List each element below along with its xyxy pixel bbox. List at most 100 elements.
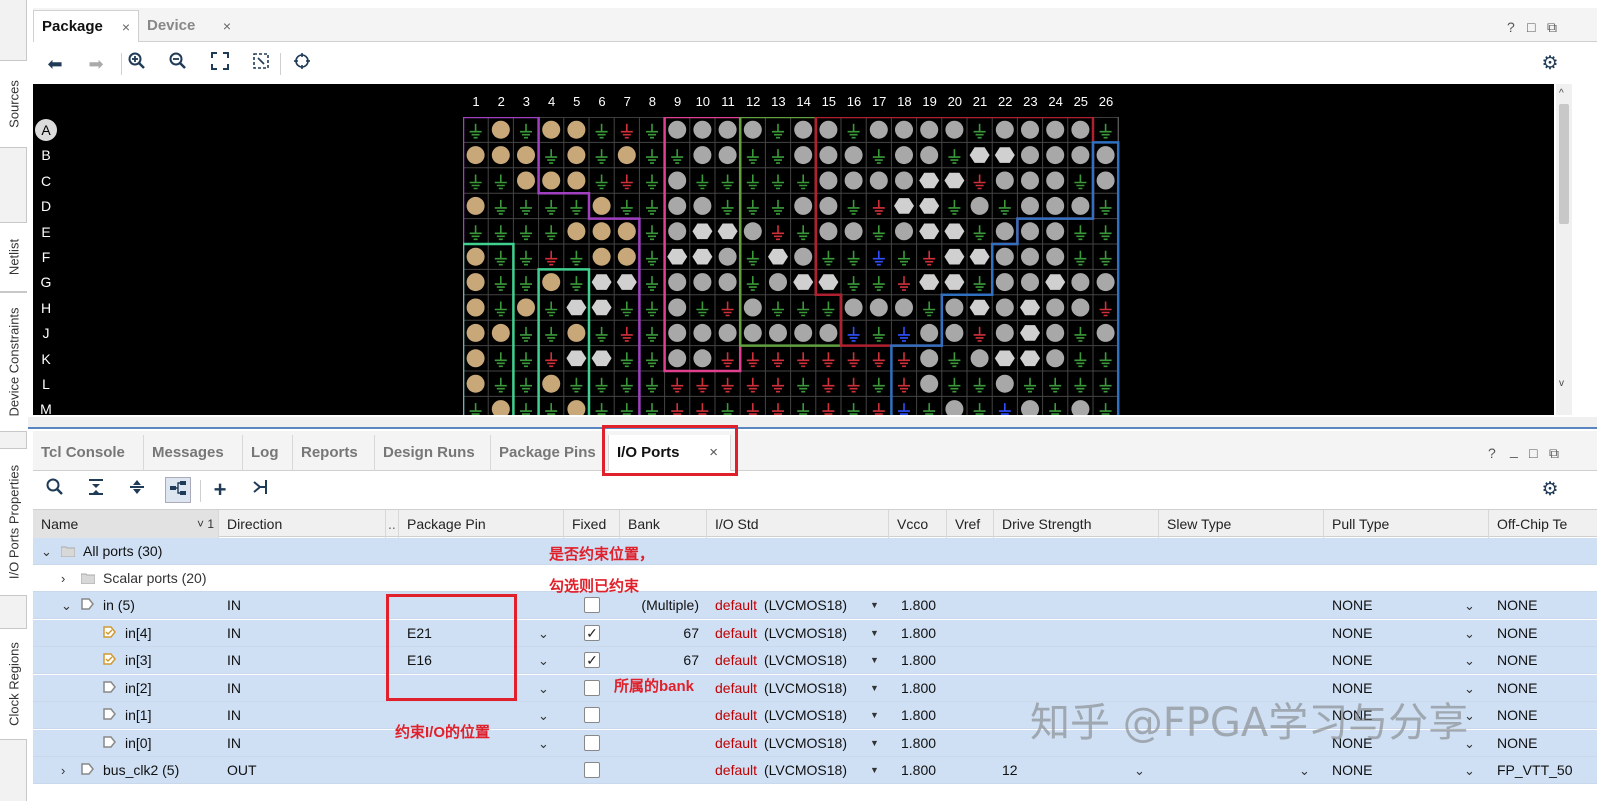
zoom-out-icon[interactable] bbox=[165, 51, 191, 77]
scroll-thumb[interactable] bbox=[1559, 104, 1569, 224]
side-tab-io-ports-properties[interactable]: I/O Ports Properties bbox=[0, 448, 27, 596]
io-std-value[interactable]: (LVCMOS18) bbox=[764, 675, 847, 702]
io-std-value[interactable]: (LVCMOS18) bbox=[764, 757, 847, 784]
off-chip-termination-value[interactable]: NONE bbox=[1497, 702, 1537, 729]
maximize-icon[interactable]: □ bbox=[1529, 445, 1537, 461]
col-header-vref[interactable]: Vref bbox=[947, 510, 994, 538]
off-chip-termination-value[interactable]: NONE bbox=[1497, 647, 1537, 674]
scroll-up-icon[interactable]: ^ bbox=[1559, 88, 1564, 99]
table-row[interactable]: in[4] IN E21 ⌄ ✓ 67 default (LVCMOS18) ▼ 1.800 NON… bbox=[33, 619, 1597, 647]
dropdown-arrow-icon[interactable]: ▼ bbox=[870, 702, 879, 729]
pull-type-value[interactable]: NONE bbox=[1332, 757, 1372, 784]
col-header-direction[interactable]: Direction bbox=[219, 510, 386, 538]
tab-tcl-console[interactable]: Tcl Console bbox=[33, 435, 144, 471]
dropdown-arrow-icon[interactable]: ▼ bbox=[870, 730, 879, 757]
tab-package[interactable]: Package × bbox=[33, 10, 139, 42]
fixed-checkbox[interactable]: ✓ bbox=[584, 652, 600, 668]
package-pin-grid[interactable] bbox=[463, 117, 1163, 415]
close-icon[interactable]: × bbox=[223, 10, 231, 42]
collapse-all-icon[interactable] bbox=[83, 477, 109, 503]
fixed-checkbox[interactable] bbox=[584, 762, 600, 778]
chevron-down-icon[interactable]: ⌄ bbox=[1464, 620, 1475, 647]
chevron-down-icon[interactable]: ⌄ bbox=[538, 730, 549, 757]
scroll-down-icon[interactable]: v bbox=[1559, 378, 1564, 389]
tab-design-runs[interactable]: Design Runs bbox=[375, 435, 491, 471]
chevron-down-icon[interactable]: ⌄ bbox=[538, 702, 549, 729]
pull-type-value[interactable]: NONE bbox=[1332, 647, 1372, 674]
help-icon[interactable]: ? bbox=[1507, 19, 1515, 35]
chevron-down-icon[interactable]: ⌄ bbox=[1464, 592, 1475, 619]
back-arrow-icon[interactable]: ⬅ bbox=[42, 51, 68, 77]
tab-messages[interactable]: Messages bbox=[144, 435, 243, 471]
package-canvas[interactable]: 1 2 3 4 5 6 7 8 9 10 11 12 13 14 15 16 17 18 19 20 21 22 23 24 2… bbox=[33, 84, 1554, 415]
fixed-checkbox[interactable] bbox=[584, 707, 600, 723]
io-std-value[interactable]: (LVCMOS18) bbox=[764, 647, 847, 674]
drive-strength-value[interactable]: 12 bbox=[1002, 757, 1018, 784]
col-header-bank[interactable]: Bank bbox=[620, 510, 707, 538]
group-row-bus-clk2[interactable]: › bus_clk2 (5) OUT default (LVCMOS18) ▼ 1.800 1… bbox=[33, 757, 1597, 784]
off-chip-termination-value[interactable]: NONE bbox=[1497, 730, 1537, 757]
fixed-checkbox[interactable] bbox=[584, 734, 600, 751]
chevron-down-icon[interactable]: ⌄ bbox=[1464, 757, 1475, 784]
chevron-down-icon[interactable]: ⌄ bbox=[538, 675, 549, 702]
side-tab-sources[interactable]: Sources bbox=[0, 60, 27, 148]
tab-log[interactable]: Log bbox=[243, 435, 293, 471]
add-icon[interactable]: + bbox=[207, 477, 233, 503]
tab-package-pins[interactable]: Package Pins bbox=[491, 435, 609, 471]
pane-splitter[interactable] bbox=[28, 417, 1597, 429]
side-tab-device-constraints[interactable]: Device Constraints bbox=[0, 292, 27, 432]
pull-type-value[interactable]: NONE bbox=[1332, 592, 1372, 619]
table-row[interactable]: in[3] IN E16 ⌄ ✓ 67 default (LVCMOS18) ▼ 1.800 NON… bbox=[33, 647, 1597, 674]
chevron-down-icon[interactable]: ⌄ bbox=[1299, 757, 1310, 784]
fixed-checkbox[interactable] bbox=[584, 679, 600, 696]
tab-reports[interactable]: Reports bbox=[293, 435, 375, 471]
col-header-slew-type[interactable]: Slew Type bbox=[1159, 510, 1324, 538]
fixed-checkbox[interactable] bbox=[584, 597, 600, 613]
io-std-value[interactable]: (LVCMOS18) bbox=[764, 592, 847, 619]
off-chip-termination-value[interactable]: NONE bbox=[1497, 620, 1537, 647]
off-chip-termination-value[interactable]: NONE bbox=[1497, 675, 1537, 702]
chevron-down-icon[interactable]: ⌄ bbox=[538, 647, 549, 674]
minimize-icon[interactable]: _ bbox=[1510, 442, 1518, 458]
gear-icon[interactable]: ⚙ bbox=[1537, 477, 1563, 503]
search-icon[interactable] bbox=[42, 477, 68, 503]
expand-chevron-icon[interactable]: ⌄ bbox=[61, 592, 72, 619]
col-header-fixed[interactable]: Fixed bbox=[564, 510, 620, 538]
side-tab-clock-regions[interactable]: Clock Regions bbox=[0, 628, 27, 740]
pull-type-value[interactable]: NONE bbox=[1332, 620, 1372, 647]
col-header-vcco[interactable]: Vcco bbox=[889, 510, 947, 538]
expand-chevron-icon[interactable]: ⌄ bbox=[41, 538, 52, 565]
side-tab-netlist[interactable]: Netlist bbox=[0, 222, 27, 292]
col-header-package-pin[interactable]: Package Pin bbox=[399, 510, 564, 538]
group-row-in[interactable]: ⌄ in (5) IN (Multiple) default (LVCMOS18) ▼ 1.8… bbox=[33, 592, 1597, 619]
close-icon[interactable]: × bbox=[122, 11, 130, 43]
dropdown-arrow-icon[interactable]: ▼ bbox=[870, 647, 879, 674]
col-header-drive-strength[interactable]: Drive Strength bbox=[994, 510, 1159, 538]
dropdown-arrow-icon[interactable]: ▼ bbox=[870, 620, 879, 647]
package-vertical-scrollbar[interactable]: ^ v bbox=[1556, 84, 1572, 415]
crosshair-icon[interactable] bbox=[289, 51, 315, 77]
restore-icon[interactable]: ⧉ bbox=[1547, 19, 1557, 36]
chevron-down-icon[interactable]: ⌄ bbox=[538, 620, 549, 647]
col-header-io-std[interactable]: I/O Std bbox=[707, 510, 889, 538]
chevron-down-icon[interactable]: ⌄ bbox=[1134, 757, 1145, 784]
col-header-pull-type[interactable]: Pull Type bbox=[1324, 510, 1489, 538]
place-ports-icon[interactable] bbox=[248, 477, 274, 503]
maximize-icon[interactable]: □ bbox=[1527, 19, 1535, 35]
table-row[interactable]: ⌄ All ports (30) bbox=[33, 538, 1597, 565]
dropdown-arrow-icon[interactable]: ▼ bbox=[870, 757, 879, 784]
col-header-neg-diff-pair[interactable]: .. bbox=[386, 510, 399, 538]
col-header-off-chip-termination[interactable]: Off-Chip Te bbox=[1489, 510, 1597, 538]
restore-icon[interactable]: ⧉ bbox=[1549, 445, 1559, 462]
zoom-selection-icon[interactable] bbox=[248, 51, 274, 77]
forward-arrow-icon[interactable]: ➡ bbox=[83, 51, 109, 77]
off-chip-termination-value[interactable]: FP_VTT_50 bbox=[1497, 757, 1572, 784]
collapse-chevron-icon[interactable]: › bbox=[61, 565, 65, 592]
dropdown-arrow-icon[interactable]: ▼ bbox=[870, 592, 879, 619]
col-header-name[interactable]: Name ˅ 1 bbox=[33, 510, 219, 538]
off-chip-termination-value[interactable]: NONE bbox=[1497, 592, 1537, 619]
chevron-down-icon[interactable]: ⌄ bbox=[1464, 647, 1475, 674]
table-row[interactable]: › Scalar ports (20) bbox=[33, 565, 1597, 592]
dropdown-arrow-icon[interactable]: ▼ bbox=[870, 675, 879, 702]
io-std-value[interactable]: (LVCMOS18) bbox=[764, 702, 847, 729]
